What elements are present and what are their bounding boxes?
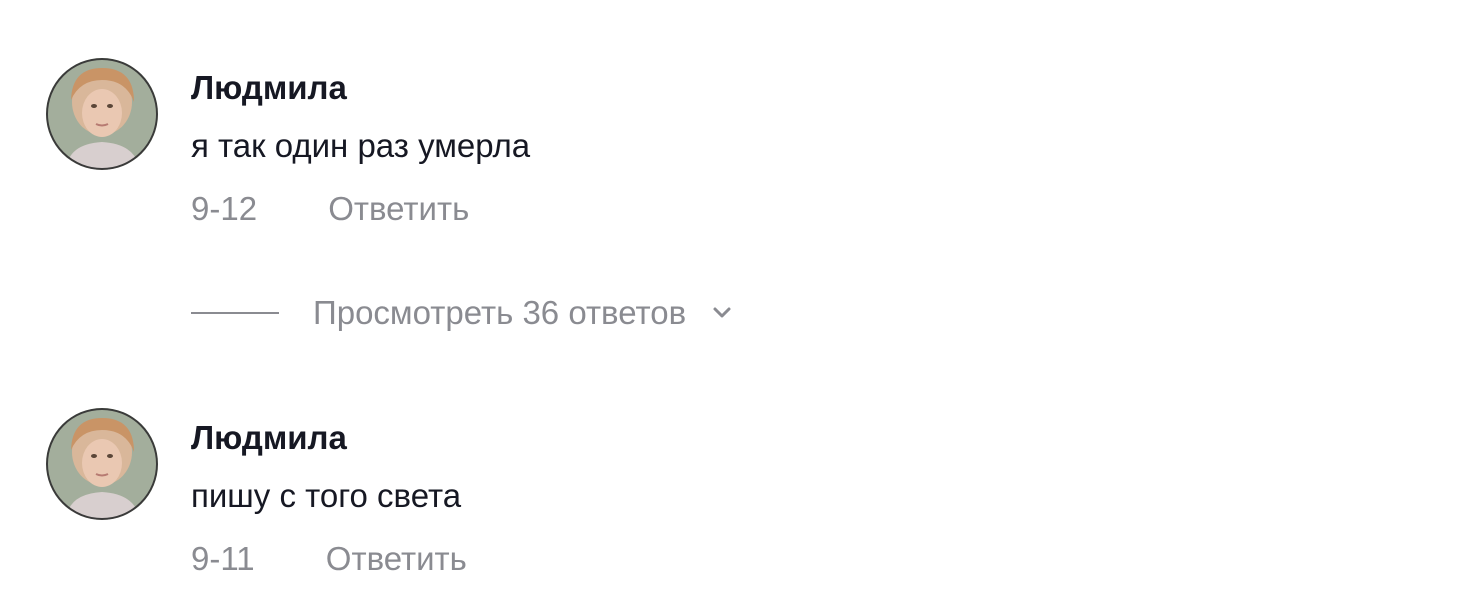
avatar[interactable] bbox=[46, 408, 158, 520]
comment-meta: 9-11 Ответить bbox=[191, 539, 467, 579]
view-replies-button[interactable]: Просмотреть 36 ответов bbox=[191, 292, 736, 334]
user-avatar-photo-icon bbox=[46, 58, 158, 170]
comment-item: Людмила пишу с того света 9-11 Ответить bbox=[46, 408, 1426, 578]
comment-date: 9-11 bbox=[191, 540, 255, 577]
comment-item: Людмила я так один раз умерла 9-12 Ответ… bbox=[46, 58, 1426, 228]
reply-button[interactable]: Ответить bbox=[326, 539, 467, 579]
avatar[interactable] bbox=[46, 58, 158, 170]
comment-author[interactable]: Людмила bbox=[191, 68, 347, 108]
comment-author[interactable]: Людмила bbox=[191, 418, 347, 458]
divider-line bbox=[191, 312, 279, 314]
comment-text: я так один раз умерла bbox=[191, 127, 531, 164]
chevron-down-icon bbox=[708, 299, 736, 327]
user-avatar-photo-icon bbox=[46, 408, 158, 520]
view-replies-label: Просмотреть 36 ответов bbox=[313, 294, 687, 331]
reply-button[interactable]: Ответить bbox=[328, 189, 469, 229]
comment-date: 9-12 bbox=[191, 190, 258, 227]
comment-text: пишу с того света bbox=[191, 477, 462, 514]
comment-meta: 9-12 Ответить bbox=[191, 189, 469, 229]
